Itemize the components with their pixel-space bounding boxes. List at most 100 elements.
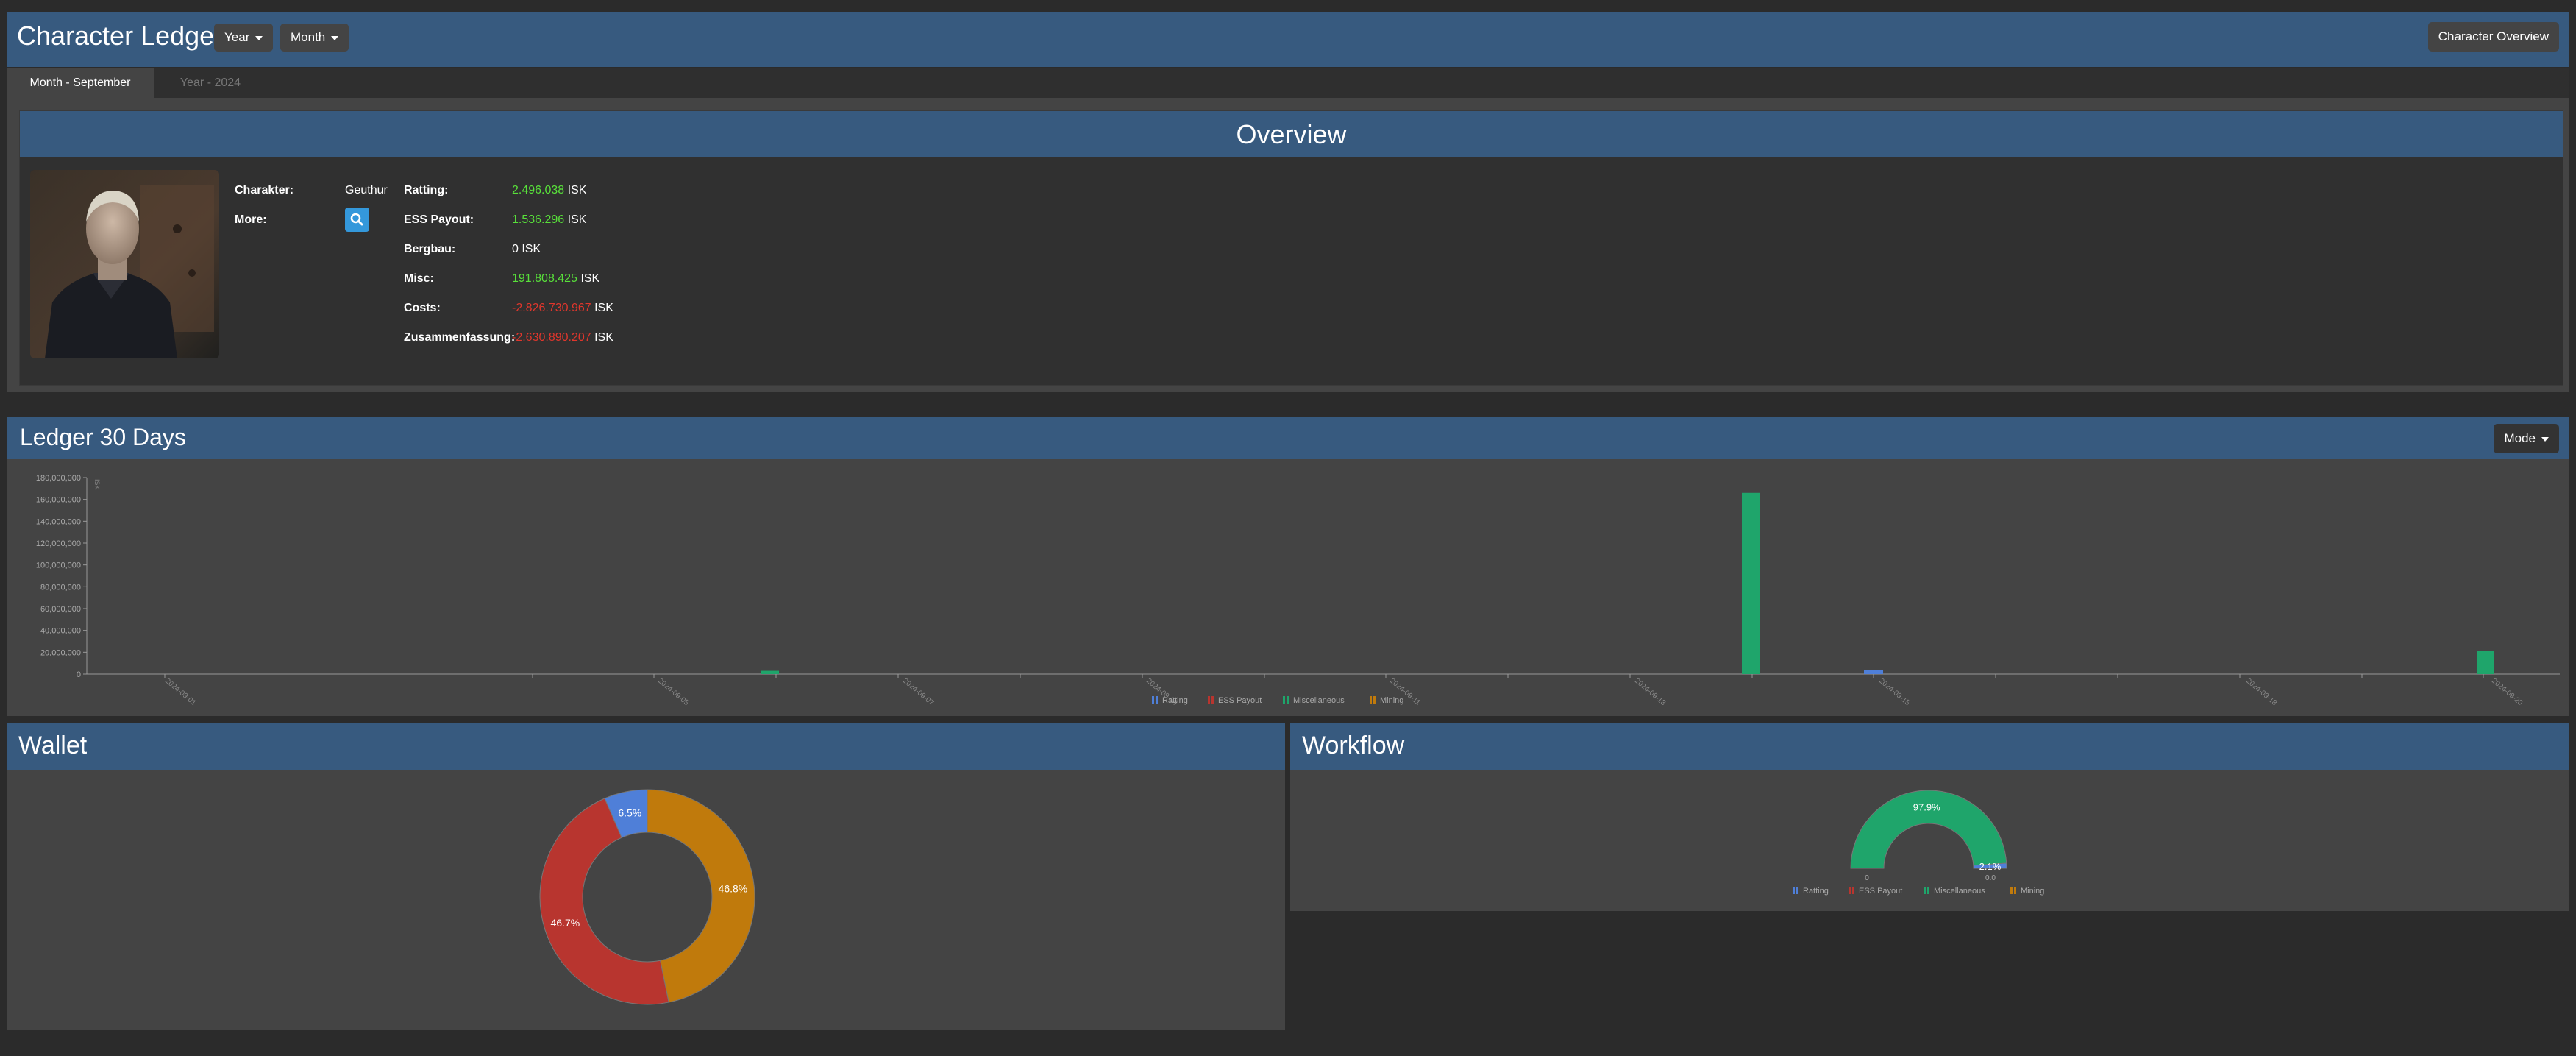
ledger-row-unit: ISK xyxy=(567,213,587,226)
legend-item[interactable]: Mining xyxy=(1370,696,1403,705)
ledger-header: Ledger 30 Days Mode xyxy=(7,417,2569,459)
search-icon xyxy=(350,213,363,226)
tab-year[interactable]: Year - 2024 xyxy=(155,68,266,98)
ledger-bar-chart: 0 20,000,000 40,000,000 60,000,000 80,000,00… xyxy=(36,474,2560,708)
year-dropdown[interactable]: Year xyxy=(214,24,274,52)
y-tick-label: 160,000,000 xyxy=(36,496,81,505)
ledger-row-value: 191.808.425 ISK xyxy=(512,272,599,286)
character-label: Charakter: xyxy=(235,184,294,196)
tab-bar: Month - September Year - 2024 xyxy=(7,68,2569,98)
legend-item[interactable]: Miscellaneous xyxy=(1924,887,1985,896)
wallet-slice-label: 6.5% xyxy=(618,807,641,818)
legend-item[interactable]: Mining xyxy=(2010,887,2044,896)
tab-month[interactable]: Month - September xyxy=(7,68,154,98)
bar-ratting[interactable] xyxy=(1864,670,1883,674)
y-axis-title: ISK xyxy=(93,479,101,490)
x-tick-label: 2024-09-15 xyxy=(1877,677,1912,708)
ledger-row-label: Bergbau: xyxy=(404,243,456,255)
legend-swatch xyxy=(1156,696,1158,704)
chevron-down-icon xyxy=(255,35,263,40)
legend-item[interactable]: ESS Payout xyxy=(1849,887,1902,896)
ledger-row-label: ESS Payout: xyxy=(404,213,474,226)
year-dropdown-label: Year xyxy=(224,30,250,44)
legend-item[interactable]: Ratting xyxy=(1152,696,1188,705)
bar-miscellaneous[interactable] xyxy=(761,670,779,674)
workflow-title: Workflow xyxy=(1302,731,1405,759)
legend-swatch xyxy=(1373,696,1376,704)
mode-dropdown-label: Mode xyxy=(2504,431,2536,445)
app-title: Character Ledger xyxy=(17,21,224,51)
gauge-min-label: 0 xyxy=(1865,874,1869,882)
ledger-row-label: Zusammenfassung: xyxy=(404,331,516,344)
ledger-row-amount: -2.826.730.967 xyxy=(512,302,591,314)
y-tick-label: 40,000,000 xyxy=(40,627,81,636)
ledger-row-value: -2.630.890.207 ISK xyxy=(512,331,613,344)
legend-swatch xyxy=(1370,696,1372,704)
legend-label: Mining xyxy=(1380,696,1403,705)
character-overview-button[interactable]: Character Overview xyxy=(2427,22,2559,52)
wallet-donut-chart: 6.5% 46.8% 46.7% xyxy=(539,789,755,1005)
legend-swatch xyxy=(1211,696,1214,704)
character-name: Geuthur xyxy=(345,184,388,196)
y-tick-label: 80,000,000 xyxy=(40,583,81,592)
legend-label: Mining xyxy=(2021,887,2044,896)
overview-card: Overview Charakter: Geuthur More: Rattin… xyxy=(19,110,2563,386)
x-tick-label: 2024-09-18 xyxy=(2244,677,2279,708)
legend-label: Ratting xyxy=(1162,696,1188,705)
y-tick-label: 0 xyxy=(77,670,81,679)
workflow-header: Workflow xyxy=(1290,723,2569,770)
chevron-down-icon xyxy=(2541,436,2549,442)
legend-swatch xyxy=(1793,887,1795,894)
gauge-max-label: 0.0 xyxy=(1985,874,1996,882)
ledger-row-amount: 0 xyxy=(512,243,519,255)
ledger-row-value: 2.496.038 ISK xyxy=(512,184,586,197)
legend-swatch xyxy=(1152,696,1154,704)
ledger-row-value: 0 ISK xyxy=(512,243,541,256)
month-dropdown[interactable]: Month xyxy=(280,24,349,52)
x-tick-label: 2024-09-05 xyxy=(656,677,691,708)
bar-miscellaneous[interactable] xyxy=(1742,492,1760,674)
y-tick-label: 100,000,000 xyxy=(36,561,81,570)
ledger-row-value: 1.536.296 ISK xyxy=(512,213,586,227)
wallet-slice-mining[interactable] xyxy=(647,789,755,1003)
legend-item[interactable]: ESS Payout xyxy=(1208,696,1262,705)
y-tick-label: 140,000,000 xyxy=(36,517,81,526)
legend-label: Miscellaneous xyxy=(1293,696,1345,705)
legend-label: Miscellaneous xyxy=(1934,887,1985,896)
ledger-row-unit: ISK xyxy=(594,331,613,344)
wallet-slice-label: 46.8% xyxy=(719,882,748,894)
x-tick-label: 2024-09-13 xyxy=(1633,677,1668,708)
legend-swatch xyxy=(1283,696,1285,704)
legend-label: Ratting xyxy=(1803,887,1829,896)
wallet-header: Wallet xyxy=(7,723,1285,770)
y-tick-label: 120,000,000 xyxy=(36,539,81,548)
x-tick-label: 2024-09-01 xyxy=(163,677,198,708)
bar-miscellaneous[interactable] xyxy=(2477,651,2494,674)
legend-swatch xyxy=(2014,887,2016,894)
workflow-slice-label: 2.1% xyxy=(1979,861,2002,872)
more-details-button[interactable] xyxy=(345,208,369,232)
ledger-row-label: Ratting: xyxy=(404,184,449,196)
legend-item[interactable]: Ratting xyxy=(1793,887,1829,896)
more-label: More: xyxy=(235,213,267,226)
month-panel: Overview Charakter: Geuthur More: Rattin… xyxy=(7,98,2569,392)
legend-swatch xyxy=(1927,887,1929,894)
overview-title: Overview xyxy=(20,111,2563,157)
legend-swatch xyxy=(1287,696,1289,704)
legend-swatch xyxy=(1796,887,1798,894)
x-tick-label: 2024-09-07 xyxy=(901,677,936,708)
ledger-row-label: Costs: xyxy=(404,302,441,314)
workflow-panel: Workflow 97.9% 2.1% 0 0.0 Ratting ESS Payout M… xyxy=(1290,723,2569,911)
x-tick-label: 2024-09-20 xyxy=(2490,677,2525,708)
ledger-row-unit: ISK xyxy=(594,302,613,314)
legend-swatch xyxy=(1924,887,1926,894)
ledger-row-amount: 1.536.296 xyxy=(512,213,565,226)
month-dropdown-label: Month xyxy=(291,30,326,44)
ledger-title: Ledger 30 Days xyxy=(20,424,186,450)
legend-label: ESS Payout xyxy=(1218,696,1262,705)
legend-item[interactable]: Miscellaneous xyxy=(1283,696,1345,705)
ledger-row-unit: ISK xyxy=(580,272,600,285)
y-tick-label: 60,000,000 xyxy=(40,605,81,614)
mode-dropdown[interactable]: Mode xyxy=(2494,424,2559,453)
legend-swatch xyxy=(1849,887,1851,894)
